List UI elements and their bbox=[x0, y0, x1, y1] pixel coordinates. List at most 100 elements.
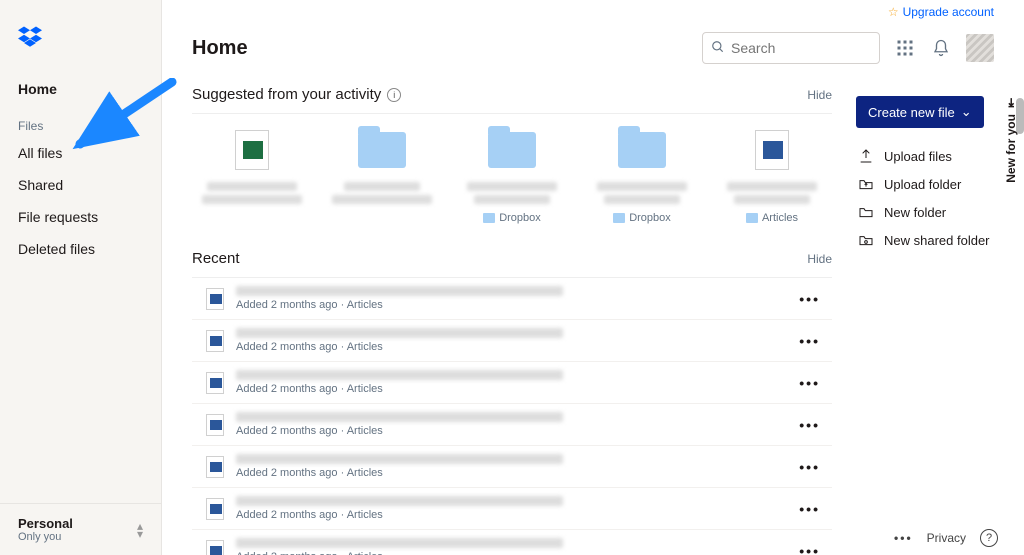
word-icon bbox=[206, 414, 224, 436]
account-sub: Only you bbox=[18, 531, 73, 543]
scrollbar[interactable] bbox=[1016, 98, 1024, 134]
upgrade-label: Upgrade account bbox=[903, 5, 994, 19]
sidebar-item-deleted-files[interactable]: Deleted files bbox=[0, 233, 161, 265]
folder-icon bbox=[613, 213, 625, 223]
recent-filename bbox=[236, 538, 563, 548]
info-icon[interactable]: i bbox=[387, 88, 401, 102]
star-icon: ☆ bbox=[888, 5, 899, 19]
suggested-location: Dropbox bbox=[629, 212, 671, 224]
avatar[interactable] bbox=[966, 34, 994, 62]
more-icon[interactable]: ••• bbox=[793, 333, 826, 349]
search-input[interactable] bbox=[731, 40, 871, 56]
headerbar: Home bbox=[162, 22, 1024, 70]
sidebar-item-shared[interactable]: Shared bbox=[0, 169, 161, 201]
folder-icon bbox=[618, 132, 666, 168]
right-column: Create new file ⌄ Upload files Upload fo… bbox=[848, 70, 1024, 555]
dropbox-logo[interactable] bbox=[0, 0, 161, 61]
suggested-card[interactable] bbox=[322, 128, 442, 224]
recent-list: Added 2 months ago · Articles ••• Added … bbox=[192, 277, 832, 555]
suggested-head: Suggested from your activity i Hide bbox=[192, 86, 832, 103]
recent-row[interactable]: Added 2 months ago · Articles ••• bbox=[192, 320, 832, 362]
search-icon bbox=[711, 40, 725, 57]
recent-meta: Added 2 months ago · Articles bbox=[236, 509, 781, 521]
more-icon[interactable]: ••• bbox=[793, 543, 826, 555]
sidebar-nav: Home Files All files Shared File request… bbox=[0, 61, 161, 265]
sidebar-item-home[interactable]: Home bbox=[0, 73, 161, 105]
recent-filename bbox=[236, 496, 563, 506]
recent-filename bbox=[236, 286, 563, 296]
suggested-hide[interactable]: Hide bbox=[807, 88, 832, 102]
upload-files[interactable]: Upload files bbox=[856, 142, 998, 170]
chevron-down-icon: ⌄ bbox=[961, 104, 972, 120]
search-box[interactable] bbox=[702, 32, 880, 64]
action-label: New shared folder bbox=[884, 233, 990, 248]
action-label: Upload folder bbox=[884, 177, 961, 192]
sidebar: Home Files All files Shared File request… bbox=[0, 0, 162, 555]
recent-filename bbox=[236, 454, 563, 464]
folder-icon bbox=[358, 132, 406, 168]
account-switcher[interactable]: Personal Only you ▴▾ bbox=[0, 503, 161, 555]
more-icon[interactable]: ••• bbox=[793, 417, 826, 433]
recent-row[interactable]: Added 2 months ago · Articles ••• bbox=[192, 530, 832, 555]
more-icon[interactable]: ••• bbox=[793, 459, 826, 475]
recent-hide[interactable]: Hide bbox=[807, 252, 832, 266]
recent-filename bbox=[236, 370, 563, 380]
recent-head: Recent Hide bbox=[192, 250, 832, 267]
apps-grid-icon[interactable] bbox=[894, 37, 916, 59]
recent-row[interactable]: Added 2 months ago · Articles ••• bbox=[192, 278, 832, 320]
recent-meta: Added 2 months ago · Articles bbox=[236, 425, 781, 437]
more-icon[interactable]: ••• bbox=[894, 531, 913, 545]
recent-meta: Added 2 months ago · Articles bbox=[236, 383, 781, 395]
privacy-link[interactable]: Privacy bbox=[927, 531, 966, 545]
page-title: Home bbox=[192, 37, 248, 60]
folder-icon bbox=[746, 213, 758, 223]
folder-icon bbox=[488, 132, 536, 168]
upload-folder[interactable]: Upload folder bbox=[856, 170, 998, 198]
word-icon bbox=[206, 456, 224, 478]
recent-row[interactable]: Added 2 months ago · Articles ••• bbox=[192, 362, 832, 404]
create-new-file-button[interactable]: Create new file ⌄ bbox=[856, 96, 984, 128]
main: ☆ Upgrade account Home Suggested from yo… bbox=[162, 0, 1024, 555]
more-icon[interactable]: ••• bbox=[793, 375, 826, 391]
new-folder[interactable]: New folder bbox=[856, 198, 998, 226]
account-name: Personal bbox=[18, 516, 73, 531]
recent-meta: Added 2 months ago · Articles bbox=[236, 551, 781, 555]
recent-meta: Added 2 months ago · Articles bbox=[236, 467, 781, 479]
action-label: Upload files bbox=[884, 149, 952, 164]
recent-row[interactable]: Added 2 months ago · Articles ••• bbox=[192, 488, 832, 530]
suggested-location: Articles bbox=[762, 212, 798, 224]
center-column: Suggested from your activity i Hide bbox=[192, 70, 848, 555]
more-icon[interactable]: ••• bbox=[793, 291, 826, 307]
suggested-card[interactable]: Dropbox bbox=[582, 128, 702, 224]
bell-icon[interactable] bbox=[930, 37, 952, 59]
suggested-card[interactable]: Articles bbox=[712, 128, 832, 224]
recent-filename bbox=[236, 328, 563, 338]
upgrade-account-link[interactable]: ☆ Upgrade account bbox=[888, 5, 994, 19]
chevron-updown-icon: ▴▾ bbox=[137, 523, 143, 537]
word-icon bbox=[206, 288, 224, 310]
action-label: New folder bbox=[884, 205, 946, 220]
suggested-card[interactable] bbox=[192, 128, 312, 224]
recent-row[interactable]: Added 2 months ago · Articles ••• bbox=[192, 404, 832, 446]
topbar: ☆ Upgrade account bbox=[162, 0, 1024, 22]
more-icon[interactable]: ••• bbox=[793, 501, 826, 517]
word-icon bbox=[206, 540, 224, 555]
suggested-title: Suggested from your activity bbox=[192, 86, 381, 103]
sidebar-item-all-files[interactable]: All files bbox=[0, 137, 161, 169]
sidebar-item-file-requests[interactable]: File requests bbox=[0, 201, 161, 233]
recent-meta: Added 2 months ago · Articles bbox=[236, 299, 781, 311]
create-label: Create new file bbox=[868, 105, 955, 120]
suggested-location: Dropbox bbox=[499, 212, 541, 224]
sidebar-section-files: Files bbox=[0, 105, 161, 137]
recent-row[interactable]: Added 2 months ago · Articles ••• bbox=[192, 446, 832, 488]
folder-icon bbox=[483, 213, 495, 223]
recent-filename bbox=[236, 412, 563, 422]
recent-meta: Added 2 months ago · Articles bbox=[236, 341, 781, 353]
suggested-card[interactable]: Dropbox bbox=[452, 128, 572, 224]
help-icon[interactable]: ? bbox=[980, 529, 998, 547]
new-shared-folder[interactable]: New shared folder bbox=[856, 226, 998, 254]
word-icon bbox=[206, 372, 224, 394]
word-icon bbox=[206, 330, 224, 352]
word-icon bbox=[206, 498, 224, 520]
excel-icon bbox=[235, 130, 269, 170]
